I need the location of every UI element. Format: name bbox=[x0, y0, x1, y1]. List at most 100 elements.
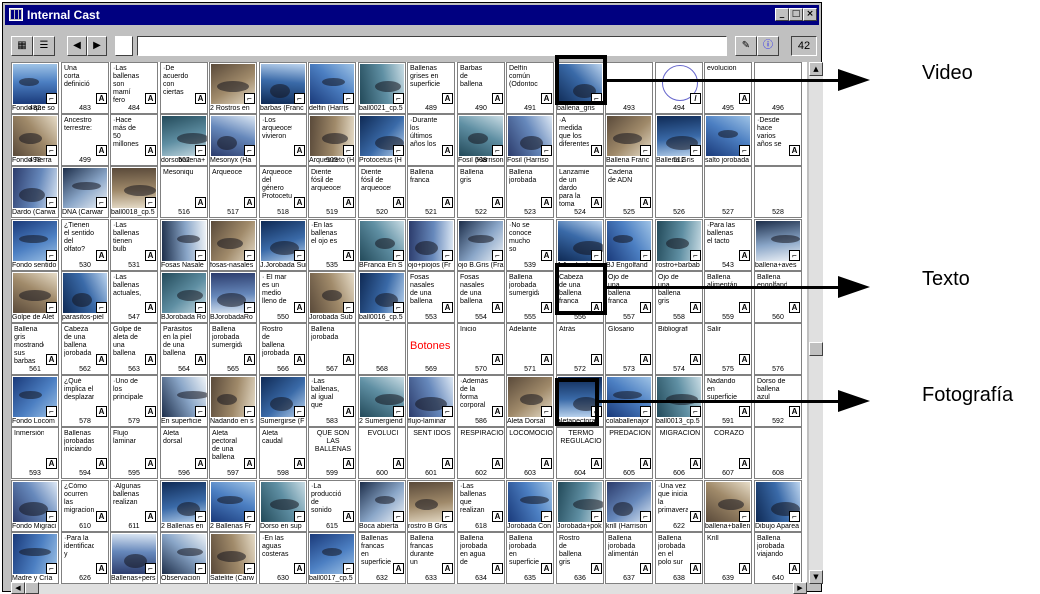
cast-member[interactable]: ⌐ Fondo Locom bbox=[11, 375, 59, 427]
cast-member[interactable]: ⌐ ball0018_cp.5 bbox=[110, 166, 158, 218]
cast-member-name-field[interactable] bbox=[137, 36, 727, 56]
bitmap-type-icon: ⌐ bbox=[244, 93, 255, 104]
cast-member[interactable]: ⌐ Mesonyx (Ha bbox=[209, 114, 257, 166]
cast-member[interactable]: ⌐ flujo-laminar bbox=[407, 375, 455, 427]
cast-member[interactable]: ⌐ ojo B.Gris (Fra bbox=[457, 219, 505, 271]
cast-member[interactable]: ·Hace más de 50 millones A bbox=[110, 114, 158, 166]
cast-member[interactable]: ⌐ Protocetus (H bbox=[358, 114, 406, 166]
cast-member-text: Ballena gris bbox=[460, 169, 484, 184]
drag-member-icon[interactable] bbox=[115, 36, 133, 56]
cast-member[interactable]: ⌐ rostro+barbab bbox=[655, 219, 703, 271]
cast-member[interactable]: ·A medida que los diferentes A bbox=[556, 114, 604, 166]
cast-member[interactable]: ⌐ BJorobadaRo bbox=[209, 271, 257, 323]
maximize-button[interactable]: □ bbox=[789, 8, 803, 21]
cast-member[interactable]: ⌐ Dardo (Carwa bbox=[11, 166, 59, 218]
cast-member[interactable]: ⌐ J.Jorobada Sur bbox=[259, 219, 307, 271]
title-bar[interactable]: Internal Cast _ □ × bbox=[5, 5, 819, 25]
cast-member[interactable]: ⌐ parasitos-piel bbox=[61, 271, 109, 323]
cast-member-name: J.Jorobada Sur bbox=[260, 262, 307, 269]
cast-member[interactable]: ⌐ Aleta Dorsal bbox=[506, 375, 554, 427]
scroll-down-icon[interactable]: ▼ bbox=[809, 570, 823, 584]
cast-member[interactable]: ⌐ Boca abierta bbox=[358, 480, 406, 532]
thumbnail-subject bbox=[771, 235, 800, 243]
cast-member[interactable]: ⌐ Fondo Migraci bbox=[11, 480, 59, 532]
cast-member[interactable]: ⌐ rostro B Gris bbox=[407, 480, 455, 532]
text-type-icon: A bbox=[244, 197, 255, 208]
cast-member[interactable]: ⌐ BJorobada Ro bbox=[160, 271, 208, 323]
cast-member-name: Boca abierta bbox=[359, 523, 399, 530]
video-arrowhead bbox=[838, 69, 870, 91]
previous-member-button[interactable]: ◀ bbox=[67, 36, 87, 56]
cast-member-name: Protocetus (H bbox=[359, 157, 402, 164]
cast-member[interactable]: ⌐ 2 Rostros en bbox=[209, 62, 257, 114]
cast-member[interactable]: ⌐ Madre y Cría bbox=[11, 532, 59, 584]
bitmap-type-icon: ⌐ bbox=[640, 250, 651, 261]
cast-member[interactable]: ⌐ Ballena Franc bbox=[605, 114, 653, 166]
cast-member[interactable]: ⌐ Jorobada+pok bbox=[556, 480, 604, 532]
cast-member[interactable]: ⌐ BJ Engolfand bbox=[605, 219, 653, 271]
cast-member-name: Fondo Locom bbox=[12, 418, 55, 425]
thumbnail-view-icon[interactable]: ▦ bbox=[11, 36, 33, 56]
cast-member[interactable]: ⌐ Fondo sentido bbox=[11, 219, 59, 271]
cast-member[interactable]: ⌐ En superficie bbox=[160, 375, 208, 427]
vertical-scrollbar[interactable]: ▲ ▼ bbox=[809, 62, 823, 584]
photo-arrowhead bbox=[838, 390, 870, 412]
cast-member[interactable]: ·Desde hace varios años se A bbox=[754, 114, 802, 166]
cast-member[interactable]: ⌐ DNA (Carwar bbox=[61, 166, 109, 218]
script-icon[interactable]: ✎ bbox=[735, 36, 757, 56]
cast-member[interactable]: ·Durante los últimos años los A bbox=[407, 114, 455, 166]
cast-number: 602 bbox=[475, 470, 487, 477]
cast-member[interactable]: ⌐ Ballenas+pers bbox=[110, 532, 158, 584]
cast-member[interactable]: ⌐ ball0021_cp.5 bbox=[358, 62, 406, 114]
cast-member-text: ·Las ballenas tienen bulb bbox=[113, 222, 140, 253]
cast-member[interactable]: ⌐ 2 Ballenas Fr bbox=[209, 480, 257, 532]
cast-member[interactable]: ⌐ ojo+piojos (Fr bbox=[407, 219, 455, 271]
list-view-icon[interactable]: ☰ bbox=[33, 36, 55, 56]
cast-member[interactable]: ⌐ Observacion bbox=[160, 532, 208, 584]
cast-member[interactable]: ⌐ Fosas Nasale bbox=[160, 219, 208, 271]
horizontal-scrollbar[interactable]: ◀ ▶ bbox=[11, 582, 807, 594]
cast-member[interactable]: ⌐ BFranca En S bbox=[358, 219, 406, 271]
text-type-icon: A bbox=[96, 93, 107, 104]
cast-member[interactable]: ⌐ barbas (Franc bbox=[259, 62, 307, 114]
hscroll-thumb[interactable] bbox=[25, 582, 39, 594]
cast-member[interactable]: ⌐ Golpe de Alet bbox=[11, 271, 59, 323]
cast-member[interactable]: ⌐ Jorobada Con bbox=[506, 480, 554, 532]
cast-member[interactable]: ⌐ ballena+ballen bbox=[704, 480, 752, 532]
cast-number: 639 bbox=[722, 575, 734, 582]
scroll-up-icon[interactable]: ▲ bbox=[809, 62, 823, 76]
cast-member[interactable]: ⌐ ballena+aves bbox=[754, 219, 802, 271]
cast-member[interactable]: ·De acuerdo con ciertas A bbox=[160, 62, 208, 114]
cast-member[interactable]: ⌐ fosas-nasales bbox=[209, 219, 257, 271]
cast-member[interactable]: ⌐ 2 Ballenas en bbox=[160, 480, 208, 532]
cast-member[interactable]: ⌐ krill (Harrison bbox=[605, 480, 653, 532]
cast-member[interactable]: ⌐ Fosil (Harriso bbox=[506, 114, 554, 166]
cast-member[interactable]: ⌐ ball0017_cp.5 bbox=[308, 532, 356, 584]
scroll-right-icon[interactable]: ▶ bbox=[793, 582, 807, 594]
cast-member[interactable]: ⌐ Sumergirse (F bbox=[259, 375, 307, 427]
close-button[interactable]: × bbox=[803, 8, 817, 21]
text-type-icon: A bbox=[739, 406, 750, 417]
cast-member[interactable]: ⌐ Nadando en s bbox=[209, 375, 257, 427]
text-type-icon: A bbox=[492, 511, 503, 522]
cast-member[interactable]: ⌐ delfin (Harris bbox=[308, 62, 356, 114]
cast-member[interactable]: ⌐ Dorso en sup bbox=[259, 480, 307, 532]
minimize-button[interactable]: _ bbox=[775, 8, 789, 21]
cast-member[interactable]: ⌐ 2 Sumergiend bbox=[358, 375, 406, 427]
cast-member[interactable]: ⌐ Jorobada Sub bbox=[308, 271, 356, 323]
cast-member[interactable]: ⌐ Dibujo Aparea bbox=[754, 480, 802, 532]
cast-member[interactable]: ⌐ salto jorobada bbox=[704, 114, 752, 166]
info-icon[interactable]: ⓘ bbox=[757, 36, 779, 56]
scroll-thumb[interactable] bbox=[809, 342, 823, 356]
text-type-icon: A bbox=[96, 511, 107, 522]
text-type-icon: A bbox=[739, 354, 750, 365]
next-member-button[interactable]: ▶ bbox=[87, 36, 107, 56]
cast-member[interactable]: ⌐ Satelite (Carw bbox=[209, 532, 257, 584]
text-type-icon: A bbox=[442, 458, 453, 469]
cast-member[interactable]: ⌐ ball0016_cp.5 bbox=[358, 271, 406, 323]
text-type-icon: A bbox=[343, 250, 354, 261]
scroll-left-icon[interactable]: ◀ bbox=[11, 582, 25, 594]
cast-member-text: Ballena jorobada en superficie bbox=[509, 535, 539, 566]
cast-member[interactable]: ·Los arqueocetos vivieronA bbox=[259, 114, 307, 166]
cast-member-name: parasitos-piel bbox=[62, 314, 104, 321]
